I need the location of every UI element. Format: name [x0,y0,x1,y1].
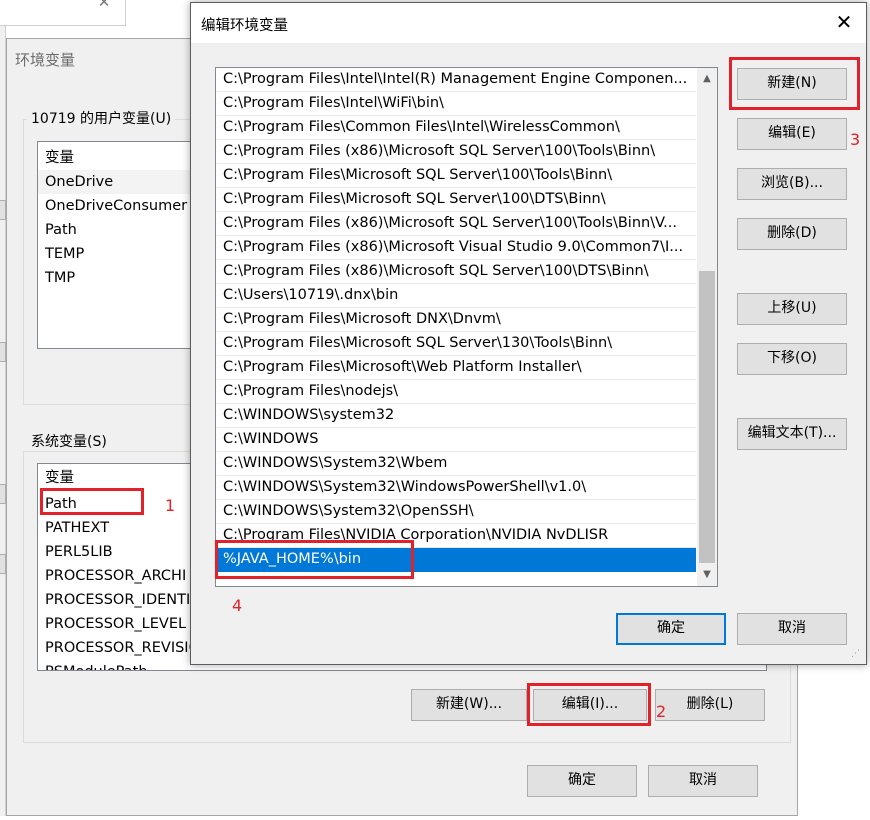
ok-button[interactable]: 确定 [527,765,637,797]
path-list[interactable]: C:\Program Files\Intel\Intel(R) Manageme… [215,67,718,587]
system-variables-label: 系统变量(S) [27,431,111,451]
edit-path-button[interactable]: 编辑(E) [737,118,847,150]
path-item[interactable]: C:\WINDOWS\system32 [216,404,696,428]
path-item[interactable]: C:\WINDOWS\System32\Wbem [216,452,696,476]
path-item[interactable]: C:\Program Files\nodejs\ [216,380,696,404]
path-item[interactable]: C:\Program Files (x86)\Microsoft SQL Ser… [216,140,696,164]
move-up-button[interactable]: 上移(U) [737,293,847,325]
delete-system-variable-button[interactable]: 删除(L) [655,689,765,721]
window-title: 环境变量 [15,51,76,69]
annotation-label: 4 [232,596,243,615]
new-system-variable-button[interactable]: 新建(W)... [411,689,527,721]
ok-button[interactable]: 确定 [616,613,726,645]
path-item[interactable]: C:\Program Files\Microsoft\Web Platform … [216,356,696,380]
resize-grip-icon[interactable]: ⋰ [851,650,863,663]
annotation-label: 1 [165,496,176,515]
path-item[interactable]: C:\WINDOWS\System32\OpenSSH\ [216,500,696,524]
background-window: ✕ [0,0,126,26]
browse-button[interactable]: 浏览(B)... [737,168,847,200]
scroll-up-icon[interactable]: ▲ [697,70,717,88]
path-item[interactable]: C:\Program Files (x86)\Microsoft SQL Ser… [216,260,696,284]
vertical-scrollbar[interactable]: ▲ ▼ [697,68,717,586]
edit-text-button[interactable]: 编辑文本(T)... [737,418,847,450]
user-variables-label: 10719 的用户变量(U) [27,108,176,128]
path-item[interactable]: C:\WINDOWS\System32\WindowsPowerShell\v1… [216,476,696,500]
path-item[interactable]: C:\Program Files (x86)\Microsoft Visual … [216,236,696,260]
path-item[interactable]: C:\Users\10719\.dnx\bin [216,284,696,308]
title-bar: 编辑环境变量 ✕ [191,3,866,43]
annotation-box-new [729,57,860,110]
annotation-box-edit [527,683,651,726]
path-item[interactable]: C:\WINDOWS [216,428,696,452]
delete-path-button[interactable]: 删除(D) [737,218,847,250]
cancel-button[interactable]: 取消 [648,765,758,797]
path-item[interactable]: C:\Program Files\Microsoft DNX\Dnvm\ [216,308,696,332]
path-item[interactable]: C:\Program Files\Microsoft SQL Server\10… [216,188,696,212]
path-item[interactable]: C:\Program Files\Intel\Intel(R) Manageme… [216,68,696,92]
annotation-label: 3 [850,130,861,149]
path-item[interactable]: C:\Program Files\Common Files\Intel\Wire… [216,116,696,140]
path-item[interactable]: C:\Program Files\Microsoft SQL Server\10… [216,164,696,188]
dialog-title: 编辑环境变量 [201,18,288,34]
annotation-box-java-home [215,540,414,579]
path-item[interactable]: C:\Program Files (x86)\Microsoft SQL Ser… [216,212,696,236]
close-icon: ✕ [97,0,111,11]
annotation-label: 2 [656,702,667,721]
scrollbar-thumb[interactable] [699,271,715,563]
move-down-button[interactable]: 下移(O) [737,343,847,375]
scroll-down-icon[interactable]: ▼ [697,566,717,584]
close-icon[interactable]: ✕ [832,10,856,34]
cancel-button[interactable]: 取消 [737,613,847,645]
path-item[interactable]: C:\Program Files\Microsoft SQL Server\13… [216,332,696,356]
annotation-box-path [40,488,144,515]
path-item[interactable]: C:\Program Files\Intel\WiFi\bin\ [216,92,696,116]
